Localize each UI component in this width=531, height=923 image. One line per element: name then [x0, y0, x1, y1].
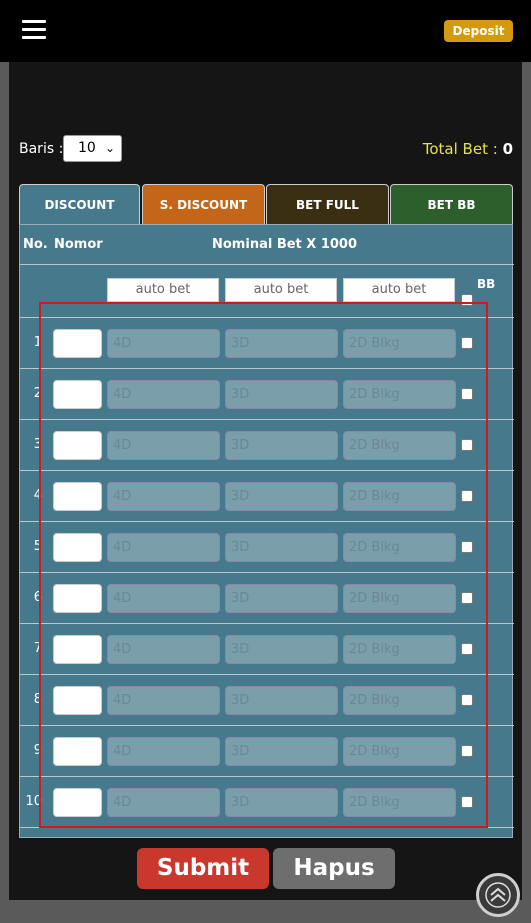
- auto-bet-2d[interactable]: auto bet: [343, 278, 455, 302]
- panel-edge-left: [0, 62, 9, 900]
- hapus-button[interactable]: Hapus: [273, 848, 395, 889]
- total-bet-label: Total Bet :: [422, 140, 498, 158]
- total-bet: Total Bet : 0: [423, 140, 513, 158]
- total-bet-value: 0: [502, 140, 513, 158]
- tab-bet-full[interactable]: BET FULL: [266, 184, 389, 224]
- scroll-top-button[interactable]: [476, 873, 520, 917]
- panel-edge-right: [522, 62, 531, 900]
- baris-select[interactable]: 10 ⌄: [63, 135, 122, 162]
- tab-s-discount[interactable]: S. DISCOUNT: [142, 184, 265, 224]
- bet-tabs: DISCOUNT S. DISCOUNT BET FULL BET BB: [19, 184, 513, 224]
- highlight-box: [39, 302, 488, 828]
- double-chevron-up-icon: [485, 882, 511, 908]
- auto-bet-3d[interactable]: auto bet: [225, 278, 337, 302]
- col-nominal: Nominal Bet X 1000: [212, 237, 358, 252]
- tab-discount[interactable]: DISCOUNT: [19, 184, 140, 224]
- col-bb: BB: [477, 277, 496, 291]
- baris-label: Baris :: [19, 141, 64, 157]
- top-bar: Deposit: [0, 0, 531, 62]
- menu-icon[interactable]: [22, 20, 46, 40]
- deposit-button[interactable]: Deposit: [444, 20, 513, 42]
- baris-value: 10: [78, 140, 96, 156]
- col-no: No.: [23, 237, 48, 252]
- auto-bet-4d[interactable]: auto bet: [107, 278, 219, 302]
- bottom-band: [0, 900, 531, 923]
- chevron-down-icon: ⌄: [104, 141, 115, 155]
- submit-button[interactable]: Submit: [137, 848, 269, 889]
- col-nomor: Nomor: [54, 237, 103, 252]
- tab-bet-bb[interactable]: BET BB: [390, 184, 513, 224]
- table-header: No. Nomor Nominal Bet X 1000: [20, 225, 514, 265]
